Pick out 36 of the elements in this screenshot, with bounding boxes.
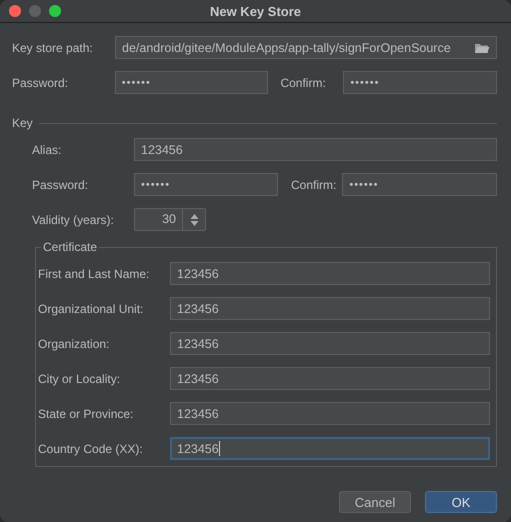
field-label: Confirm: [279,76,327,90]
text-field[interactable]: 123456 [134,138,497,161]
text-field[interactable]: 123456 [170,262,490,285]
field-label: Alias: [32,142,62,156]
password-field[interactable]: •••••• [342,173,497,196]
maximize-icon[interactable] [49,5,61,17]
field-label: Validity (years): [32,212,115,226]
text-field[interactable]: 123456 [170,332,490,355]
cancel-button[interactable]: Cancel [339,491,411,513]
ok-button[interactable]: OK [425,491,497,513]
field-label: Key store path: [12,40,94,54]
text-field[interactable]: 123456 [170,297,490,320]
password-field[interactable]: •••••• [114,71,268,94]
stepper-icon[interactable] [190,212,198,226]
field-label: Confirm: [290,178,338,192]
text-field[interactable]: 123456 [170,402,490,425]
field-label: City or Locality: [38,372,122,386]
path-text: de/android/gitee/ModuleApps/app-tally/signForOpenSource [122,40,451,54]
text-field[interactable]: 123456 [170,437,490,460]
field-label: Organization: [38,336,110,350]
field-label: Password: [12,76,70,90]
window-title: New Key Store [210,4,302,18]
field-label: State or Province: [38,406,134,420]
close-icon[interactable] [9,5,21,17]
spinner-field[interactable]: 30 [134,208,206,231]
password-field[interactable]: •••••• [343,71,497,94]
group-title: Certificate [41,240,100,254]
section-title: Key [12,116,33,130]
path-field[interactable]: de/android/gitee/ModuleApps/app-tally/signForOpenSource [115,36,497,59]
field-label: Organizational Unit: [38,302,144,316]
password-field[interactable]: •••••• [134,173,278,196]
folder-icon[interactable] [474,42,490,54]
text-field[interactable]: 123456 [170,367,490,390]
field-label: Country Code (XX): [38,442,144,456]
field-label: Password: [32,178,90,192]
field-label: First and Last Name: [38,266,150,280]
